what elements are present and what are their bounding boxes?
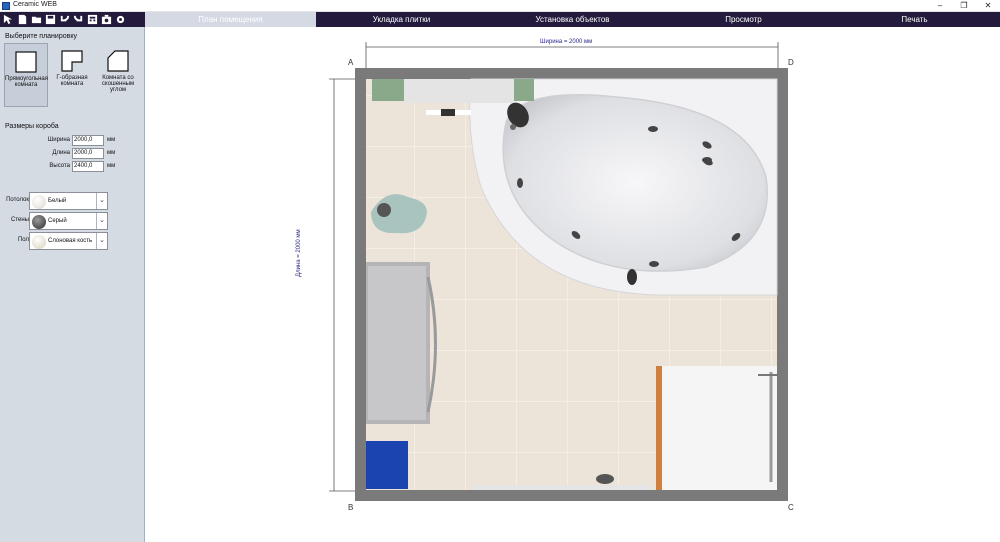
ceiling-label: Потолок <box>6 197 29 203</box>
minimize-button[interactable]: – <box>928 0 952 12</box>
blue-cabinet <box>366 441 408 489</box>
left-panel: Выберите планировку Прямоугольная комнат… <box>0 27 145 542</box>
floor-select[interactable]: Слоновая кость ⌄ <box>29 232 108 250</box>
length-label: Длина <box>52 150 70 156</box>
beveled-room-icon <box>107 50 129 72</box>
walls-value: Серый <box>48 218 67 224</box>
length-dimension-label: Длина = 2000 мм <box>296 229 302 277</box>
close-button[interactable]: ✕ <box>976 0 1000 12</box>
layout-beveled-label: Комната со скошенным углом <box>101 75 135 93</box>
l-shaped-room-icon <box>61 50 83 72</box>
floor-row: Пол Слоновая кость ⌄ <box>0 232 145 250</box>
layout-rectangular-label: Прямоугольная комната <box>5 76 49 88</box>
restore-button[interactable]: ❐ <box>952 0 976 12</box>
width-unit: мм <box>107 137 116 143</box>
layout-l-shaped[interactable]: Г-образная комната <box>50 43 94 107</box>
app-icon <box>2 2 10 10</box>
walls-row: Стены Серый ⌄ <box>0 212 145 230</box>
rectangular-room-icon <box>15 51 37 73</box>
undo-icon[interactable] <box>58 13 71 26</box>
box-sizes-heading: Размеры короба <box>5 123 59 130</box>
floor-plan-drawing[interactable] <box>146 27 1000 542</box>
tab-tile-layout[interactable]: Укладка плитки <box>316 12 487 27</box>
length-input[interactable]: 2000,0 <box>72 148 104 159</box>
chevron-down-icon[interactable]: ⌄ <box>96 233 107 249</box>
floor-value: Слоновая кость <box>48 238 93 244</box>
redo-icon[interactable] <box>72 13 85 26</box>
chevron-down-icon[interactable]: ⌄ <box>96 213 107 229</box>
layout-rectangular[interactable]: Прямоугольная комната <box>4 43 48 107</box>
width-dimension-label: Ширина = 2000 мм <box>540 39 593 45</box>
save-icon[interactable] <box>44 13 57 26</box>
shower-tray <box>656 366 777 490</box>
tab-object-placement[interactable]: Установка объектов <box>487 12 658 27</box>
settings-icon[interactable] <box>114 13 127 26</box>
width-row: Ширина 2000,0 мм <box>0 135 145 146</box>
height-label: Высота <box>49 163 70 169</box>
corner-b-label: B <box>348 503 354 512</box>
length-row: Длина 2000,0 мм <box>0 148 145 159</box>
new-file-icon[interactable] <box>16 13 29 26</box>
tab-room-plan[interactable]: План помещения <box>145 12 316 27</box>
window-title: Ceramic WEB <box>13 1 57 8</box>
title-bar: Ceramic WEB – ❐ ✕ <box>0 0 1000 12</box>
corner-c-label: C <box>788 503 794 512</box>
walls-swatch-icon <box>32 215 46 229</box>
width-input[interactable]: 2000,0 <box>72 135 104 146</box>
width-label: Ширина <box>47 137 70 143</box>
toolbar <box>0 12 145 27</box>
open-folder-icon[interactable] <box>30 13 43 26</box>
tab-view[interactable]: Просмотр <box>658 12 829 27</box>
length-unit: мм <box>107 150 116 156</box>
choose-layout-heading: Выберите планировку <box>5 33 77 40</box>
plan-canvas[interactable]: Ширина = 2000 мм Длина = 2000 мм A D B C <box>146 27 1000 542</box>
chevron-down-icon[interactable]: ⌄ <box>96 193 107 209</box>
height-input[interactable]: 2400,0 <box>72 161 104 172</box>
bottom-fixture <box>471 485 651 490</box>
tab-print[interactable]: Печать <box>829 12 1000 27</box>
calculator-icon[interactable] <box>86 13 99 26</box>
walls-label: Стены <box>11 217 29 223</box>
ceiling-select[interactable]: Белый ⌄ <box>29 192 108 210</box>
pointer-icon[interactable] <box>2 13 15 26</box>
height-row: Высота 2400,0 мм <box>0 161 145 172</box>
ceiling-swatch-icon <box>32 195 46 209</box>
ceiling-value: Белый <box>48 198 67 204</box>
main-tabs: План помещения Укладка плитки Установка … <box>145 12 1000 27</box>
height-unit: мм <box>107 163 116 169</box>
corner-d-label: D <box>788 58 794 67</box>
corner-a-label: A <box>348 58 354 67</box>
bathtub-drain-fixture <box>627 269 637 285</box>
walls-select[interactable]: Серый ⌄ <box>29 212 108 230</box>
screenshot-icon[interactable] <box>100 13 113 26</box>
ceiling-row: Потолок Белый ⌄ <box>0 192 145 210</box>
layout-beveled[interactable]: Комната со скошенным углом <box>96 43 140 107</box>
floor-swatch-icon <box>32 235 46 249</box>
layout-l-shaped-label: Г-образная комната <box>56 75 88 87</box>
floor-label: Пол <box>17 237 29 243</box>
